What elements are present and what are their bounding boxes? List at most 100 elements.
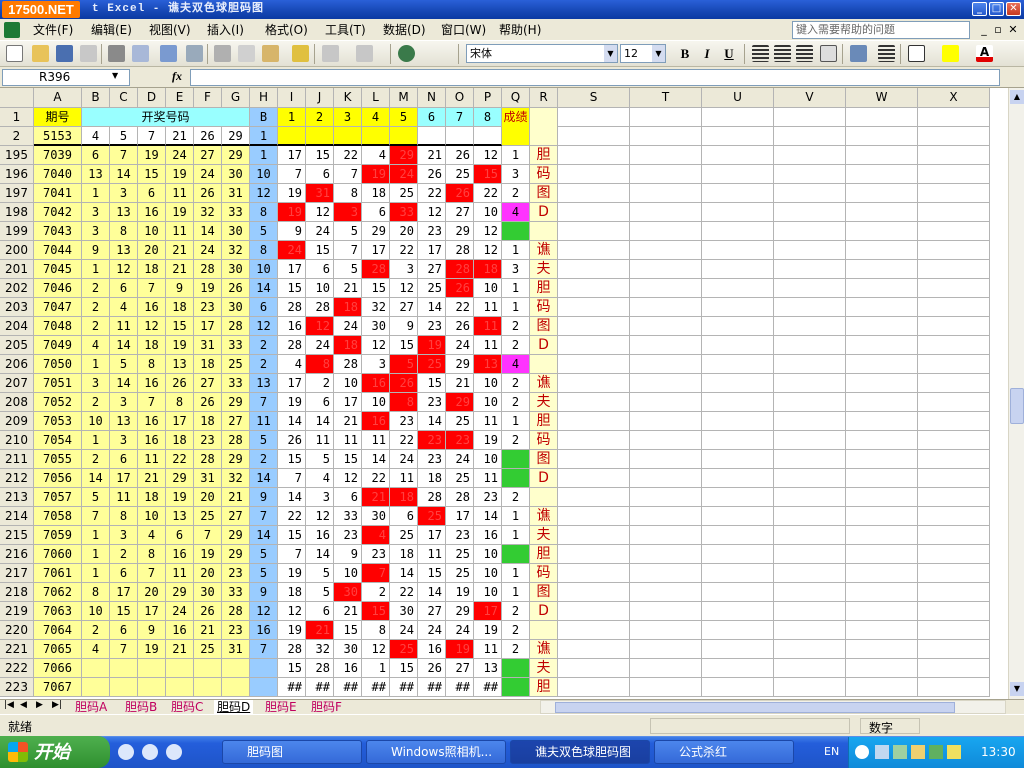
score-cell[interactable]: 1: [502, 298, 530, 317]
draw-number-cell[interactable]: 18: [194, 355, 222, 374]
score-cell[interactable]: 2: [502, 317, 530, 336]
row-header[interactable]: 208: [0, 393, 34, 412]
blue-header[interactable]: B: [250, 108, 278, 127]
draw-number-cell[interactable]: 17: [110, 469, 138, 488]
chevron-down-icon[interactable]: ▼: [112, 71, 118, 80]
tab-dama-c[interactable]: 胆码C: [168, 700, 206, 715]
prediction-cell[interactable]: 16: [306, 526, 334, 545]
empty-cell[interactable]: [918, 469, 990, 488]
empty-cell[interactable]: [630, 412, 702, 431]
issue-header[interactable]: 期号: [34, 108, 82, 127]
blue-ball-cell[interactable]: 12: [250, 317, 278, 336]
align-right-icon[interactable]: [796, 45, 813, 62]
prediction-cell[interactable]: 11: [474, 412, 502, 431]
draw-number-cell[interactable]: 13: [166, 507, 194, 526]
scroll-up-icon[interactable]: ▲: [1010, 90, 1024, 104]
draw-number-cell[interactable]: 18: [166, 431, 194, 450]
row-header[interactable]: 221: [0, 640, 34, 659]
draw-number-cell[interactable]: 6: [110, 564, 138, 583]
prediction-cell[interactable]: 28: [306, 298, 334, 317]
doc-close-button[interactable]: ✕: [1005, 22, 1021, 38]
prediction-cell[interactable]: ##: [390, 678, 418, 697]
position-cell[interactable]: [390, 127, 418, 146]
prediction-cell[interactable]: 11: [334, 431, 362, 450]
prediction-cell[interactable]: 4: [362, 146, 390, 165]
empty-cell[interactable]: [846, 393, 918, 412]
draw-number-cell[interactable]: 16: [138, 412, 166, 431]
draw-number-cell[interactable]: 13: [110, 412, 138, 431]
menu-edit[interactable]: 编辑(E): [86, 19, 137, 41]
score-cell[interactable]: 1: [502, 583, 530, 602]
empty-cell[interactable]: [918, 222, 990, 241]
empty-cell[interactable]: [702, 241, 774, 260]
prediction-cell[interactable]: 15: [306, 241, 334, 260]
score-cell[interactable]: 1: [502, 526, 530, 545]
empty-cell[interactable]: [558, 431, 630, 450]
prediction-cell[interactable]: 24: [446, 336, 474, 355]
side-label-cell[interactable]: D: [530, 602, 558, 621]
undo-icon[interactable]: [322, 45, 339, 62]
draw-number-cell[interactable]: [194, 678, 222, 697]
empty-cell[interactable]: [918, 526, 990, 545]
column-header-n[interactable]: N: [418, 88, 446, 108]
prediction-cell[interactable]: 23: [446, 526, 474, 545]
draw-number-cell[interactable]: 10: [82, 602, 110, 621]
blue-ball-cell[interactable]: 11: [250, 412, 278, 431]
menu-tools[interactable]: 工具(T): [320, 19, 371, 41]
draw-number-cell[interactable]: 30: [222, 260, 250, 279]
empty-cell[interactable]: [846, 298, 918, 317]
draw-number-cell[interactable]: [138, 659, 166, 678]
blue-ball-cell[interactable]: 6: [250, 298, 278, 317]
prediction-cell[interactable]: 10: [474, 393, 502, 412]
borders-icon[interactable]: [908, 45, 925, 62]
empty-cell[interactable]: [630, 602, 702, 621]
prediction-cell[interactable]: 17: [278, 260, 306, 279]
side-label-cell[interactable]: D: [530, 203, 558, 222]
prediction-cell[interactable]: 24: [306, 336, 334, 355]
score-cell[interactable]: 2: [502, 602, 530, 621]
prediction-cell[interactable]: 21: [446, 374, 474, 393]
column-header-e[interactable]: E: [166, 88, 194, 108]
prediction-cell[interactable]: 18: [362, 184, 390, 203]
row-header[interactable]: 211: [0, 450, 34, 469]
empty-cell[interactable]: [630, 241, 702, 260]
prediction-cell[interactable]: 16: [334, 659, 362, 678]
draw-number-cell[interactable]: 13: [82, 165, 110, 184]
draw-number-cell[interactable]: 13: [110, 203, 138, 222]
draw-number-cell[interactable]: 22: [166, 450, 194, 469]
prediction-cell[interactable]: 7: [334, 241, 362, 260]
position-cell[interactable]: [474, 127, 502, 146]
prediction-cell[interactable]: 17: [278, 374, 306, 393]
draw-number-cell[interactable]: 4: [82, 640, 110, 659]
draw-number-cell[interactable]: 7: [82, 507, 110, 526]
score-cell[interactable]: 2: [502, 374, 530, 393]
last-issue-cell[interactable]: 5153: [34, 127, 82, 146]
draw-number-cell[interactable]: 16: [138, 374, 166, 393]
prediction-cell[interactable]: 29: [446, 355, 474, 374]
draw-number-cell[interactable]: 26: [166, 374, 194, 393]
position-header[interactable]: 7: [446, 108, 474, 127]
prediction-cell[interactable]: 10: [474, 545, 502, 564]
draw-number-cell[interactable]: 28: [194, 260, 222, 279]
empty-cell[interactable]: [702, 279, 774, 298]
draw-number-cell[interactable]: 13: [110, 241, 138, 260]
row-header[interactable]: 210: [0, 431, 34, 450]
empty-cell[interactable]: [558, 203, 630, 222]
empty-cell[interactable]: [558, 260, 630, 279]
draw-number-cell[interactable]: 21: [166, 241, 194, 260]
draw-number-cell[interactable]: 1: [82, 431, 110, 450]
issue-cell[interactable]: 7056: [34, 469, 82, 488]
issue-cell[interactable]: 7040: [34, 165, 82, 184]
draw-number-cell[interactable]: 30: [222, 165, 250, 184]
prediction-cell[interactable]: 10: [334, 564, 362, 583]
empty-cell[interactable]: [630, 222, 702, 241]
empty-cell[interactable]: [918, 488, 990, 507]
empty-cell[interactable]: [702, 146, 774, 165]
prediction-cell[interactable]: 29: [446, 602, 474, 621]
empty-cell[interactable]: [918, 621, 990, 640]
draw-number-cell[interactable]: 32: [222, 469, 250, 488]
prediction-cell[interactable]: 21: [334, 279, 362, 298]
prediction-cell[interactable]: 15: [278, 659, 306, 678]
prediction-cell[interactable]: 15: [418, 374, 446, 393]
align-left-icon[interactable]: [752, 45, 769, 62]
